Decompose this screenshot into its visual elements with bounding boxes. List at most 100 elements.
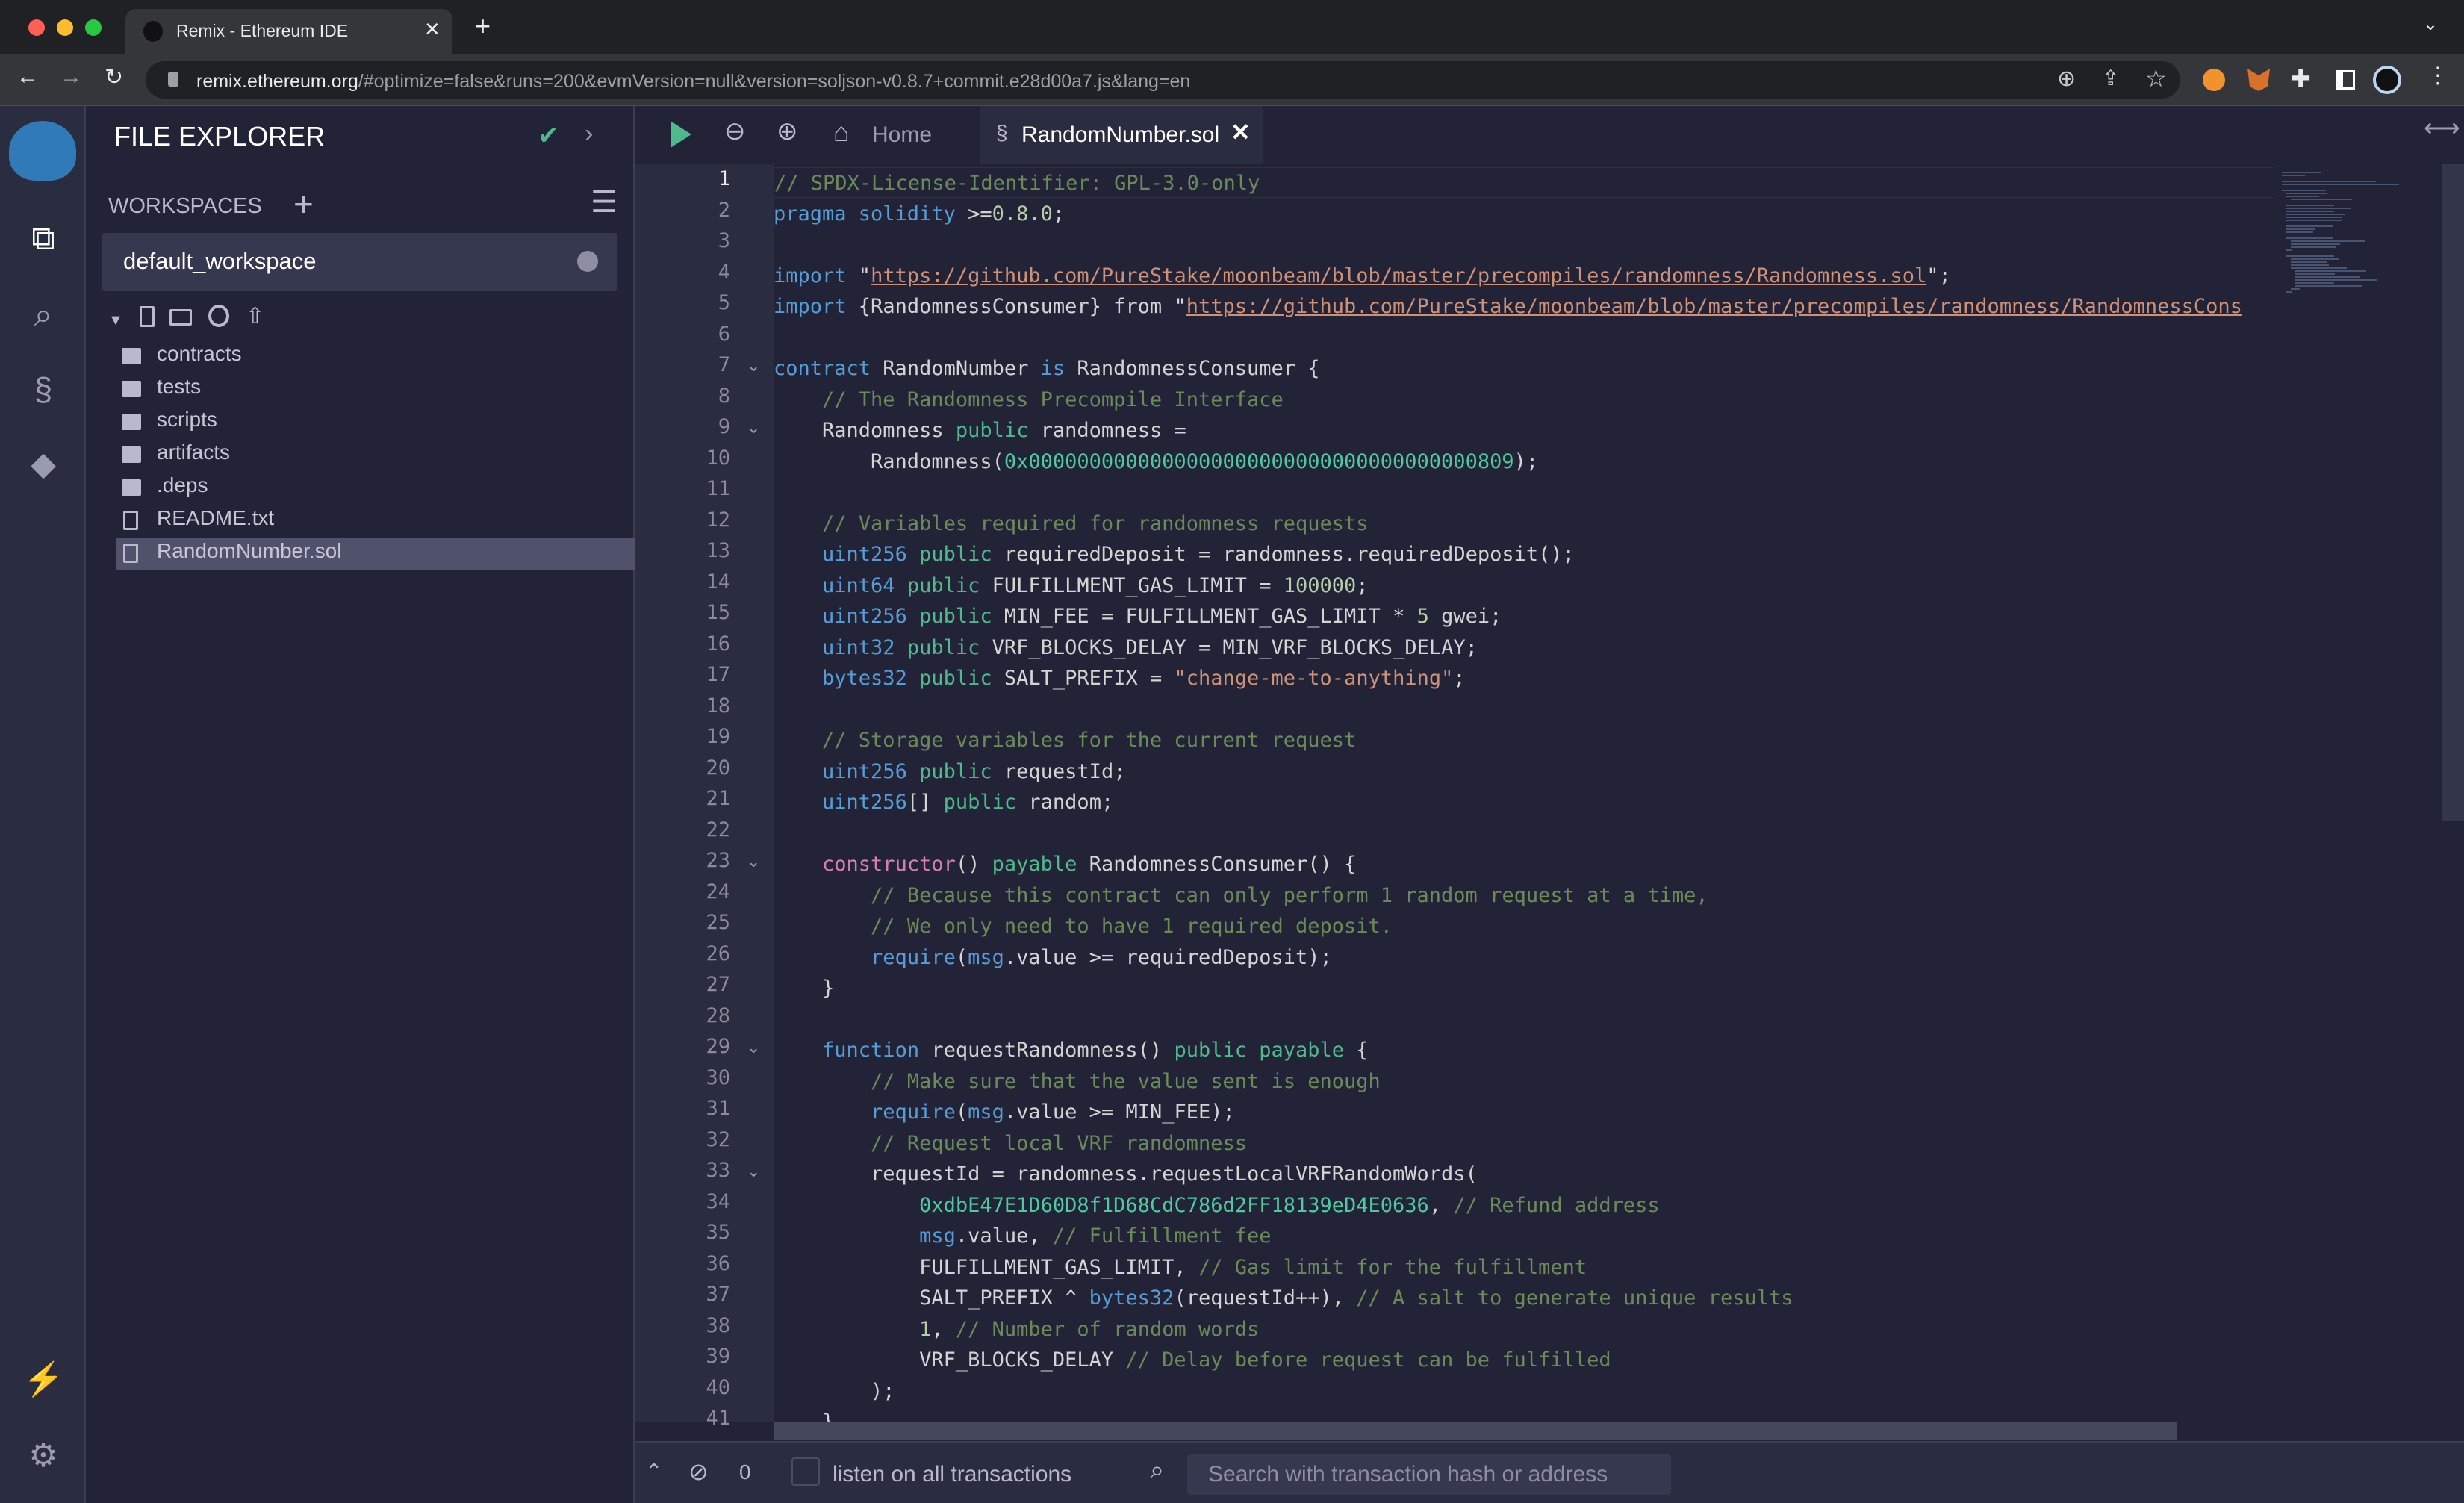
minimap-line bbox=[2286, 211, 2334, 212]
close-window-button[interactable] bbox=[28, 19, 45, 36]
code-token: random; bbox=[1016, 791, 1114, 814]
minimap-line bbox=[2291, 261, 2328, 263]
polkadot-extension-icon[interactable] bbox=[2203, 69, 2225, 91]
minimap-line bbox=[2282, 184, 2400, 185]
forward-arrow-icon[interactable]: → bbox=[60, 64, 82, 90]
profile-avatar[interactable] bbox=[2373, 66, 2401, 94]
url-bar[interactable]: remix.ethereum.org/#optimize=false&runs=… bbox=[146, 61, 2180, 99]
code-editor[interactable]: // SPDX-License-Identifier: GPL-3.0-only… bbox=[774, 166, 2274, 1434]
back-arrow-icon[interactable]: ← bbox=[16, 64, 39, 90]
zoom-out-icon[interactable]: ⊖ bbox=[724, 116, 746, 146]
fold-chevron-icon[interactable]: ⌄ bbox=[747, 356, 760, 376]
code-token: public bbox=[955, 419, 1029, 442]
file-tree-item[interactable]: .deps bbox=[157, 473, 208, 497]
address-bar-row: ← → ↻ remix.ethereum.org/#optimize=false… bbox=[0, 54, 2464, 106]
maximize-window-button[interactable] bbox=[85, 19, 102, 36]
code-line: uint256[] public random; bbox=[774, 787, 1113, 818]
minimap-line bbox=[2282, 190, 2326, 191]
minimap[interactable] bbox=[2274, 164, 2424, 1422]
code-line: Randomness(0x000000000000000000000000000… bbox=[774, 446, 1538, 477]
code-token: RandomnessConsumer() { bbox=[1077, 853, 1357, 876]
code-token: requestId = randomness.requestLocalVRFRa… bbox=[774, 1163, 1478, 1186]
line-number: 38 bbox=[706, 1313, 730, 1337]
fold-chevron-icon[interactable]: ⌄ bbox=[747, 1038, 760, 1057]
file-explorer-icon[interactable]: ⧉ bbox=[22, 218, 64, 260]
workspace-menu-icon[interactable]: ☰ bbox=[591, 185, 617, 220]
code-token: requestRandomness() bbox=[919, 1039, 1175, 1062]
file-tree-item[interactable]: tests bbox=[157, 375, 201, 399]
code-token: public bbox=[906, 635, 980, 659]
code-token: 0xdbE47E1D60D8f1D68CdC786d2FF18139eD4E06… bbox=[919, 1193, 1429, 1217]
collapse-caret-icon[interactable]: ▼ bbox=[108, 312, 123, 329]
browser-tab[interactable]: Remix - Ethereum IDE ✕ bbox=[125, 9, 452, 54]
code-token: https://github.com/PureStake/moonbeam/bl… bbox=[1186, 295, 2242, 318]
line-number: 4 bbox=[718, 260, 730, 284]
run-compile-button[interactable] bbox=[671, 121, 691, 148]
upload-icon[interactable]: ⇧ bbox=[246, 303, 264, 329]
file-tree-item[interactable]: contracts bbox=[157, 342, 242, 366]
add-workspace-button[interactable]: + bbox=[293, 184, 314, 224]
plugin-manager-icon[interactable]: ⚡ bbox=[22, 1359, 64, 1401]
horizontal-scrollbar[interactable] bbox=[774, 1422, 2177, 1440]
extensions-puzzle-icon[interactable]: ✚ bbox=[2291, 64, 2311, 93]
code-token: https://github.com/PureStake/moonbeam/bl… bbox=[871, 264, 1927, 287]
browser-menu-icon[interactable]: ⋮ bbox=[2427, 63, 2449, 89]
line-number: 22 bbox=[706, 818, 730, 841]
github-icon[interactable] bbox=[208, 305, 229, 327]
zoom-in-icon[interactable]: ⊕ bbox=[777, 116, 798, 146]
expand-terminal-icon[interactable]: ⌃ bbox=[645, 1459, 662, 1484]
deploy-run-icon[interactable]: ◆ bbox=[22, 444, 64, 485]
file-tree-item[interactable]: scripts bbox=[157, 408, 217, 432]
new-tab-button[interactable]: + bbox=[475, 10, 491, 42]
fold-chevron-icon[interactable]: ⌄ bbox=[747, 1162, 760, 1181]
new-file-icon[interactable] bbox=[140, 306, 155, 327]
home-icon[interactable]: ⌂ bbox=[833, 116, 850, 148]
chevron-right-icon[interactable]: › bbox=[585, 119, 593, 149]
fold-chevron-icon[interactable]: ⌄ bbox=[747, 852, 760, 871]
reload-icon[interactable]: ↻ bbox=[105, 64, 123, 90]
metamask-extension-icon[interactable] bbox=[2247, 69, 2270, 91]
close-tab-icon[interactable]: ✕ bbox=[424, 18, 441, 41]
zoom-icon[interactable]: ⊕ bbox=[2057, 66, 2076, 92]
solidity-compiler-icon[interactable]: § bbox=[22, 369, 64, 411]
file-explorer-panel: FILE EXPLORER ✔ › WORKSPACES + ☰ default… bbox=[86, 106, 635, 1503]
vertical-scrollbar[interactable] bbox=[2442, 164, 2464, 821]
minimap-line bbox=[2295, 279, 2377, 281]
bookmark-star-icon[interactable]: ☆ bbox=[2145, 64, 2167, 93]
line-number: 40 bbox=[706, 1375, 730, 1399]
line-number: 7 bbox=[718, 353, 730, 376]
file-tree-item[interactable]: README.txt bbox=[157, 506, 274, 530]
line-number: 18 bbox=[706, 694, 730, 718]
clear-console-icon[interactable]: ⊘ bbox=[688, 1457, 709, 1486]
line-number: 6 bbox=[718, 322, 730, 346]
file-tree-item[interactable]: artifacts bbox=[157, 441, 230, 464]
tab-search-chevron-icon[interactable]: ⌄ bbox=[2423, 13, 2438, 35]
listen-checkbox[interactable] bbox=[791, 1457, 820, 1486]
transaction-search-input[interactable]: Search with transaction hash or address bbox=[1187, 1454, 1671, 1495]
folder-icon bbox=[122, 479, 141, 496]
minimize-window-button[interactable] bbox=[57, 19, 73, 36]
file-tab[interactable]: § RandomNumber.sol ✕ bbox=[980, 106, 1263, 164]
file-tree-item[interactable]: RandomNumber.sol bbox=[157, 539, 341, 563]
new-folder-icon[interactable] bbox=[169, 309, 192, 326]
code-line: constructor() payable RandomnessConsumer… bbox=[774, 849, 1356, 880]
line-number: 13 bbox=[706, 539, 730, 562]
code-line: ); bbox=[774, 1376, 895, 1407]
remix-logo-icon[interactable] bbox=[9, 121, 76, 181]
minimap-line bbox=[2291, 240, 2366, 242]
code-line: // Storage variables for the current req… bbox=[774, 725, 1356, 756]
side-panel-icon[interactable] bbox=[2336, 70, 2355, 90]
expand-panel-icon[interactable]: ⟷ bbox=[2424, 113, 2460, 143]
minimap-line bbox=[2291, 264, 2329, 266]
share-icon[interactable]: ⇪ bbox=[2102, 66, 2119, 90]
settings-gear-icon[interactable]: ⚙ bbox=[22, 1435, 64, 1477]
workspace-select[interactable]: default_workspace bbox=[102, 233, 617, 291]
close-file-tab-icon[interactable]: ✕ bbox=[1231, 118, 1251, 146]
fold-chevron-icon[interactable]: ⌄ bbox=[747, 418, 760, 438]
search-icon[interactable]: ⌕ bbox=[22, 294, 64, 336]
home-tab[interactable]: Home bbox=[872, 122, 932, 148]
